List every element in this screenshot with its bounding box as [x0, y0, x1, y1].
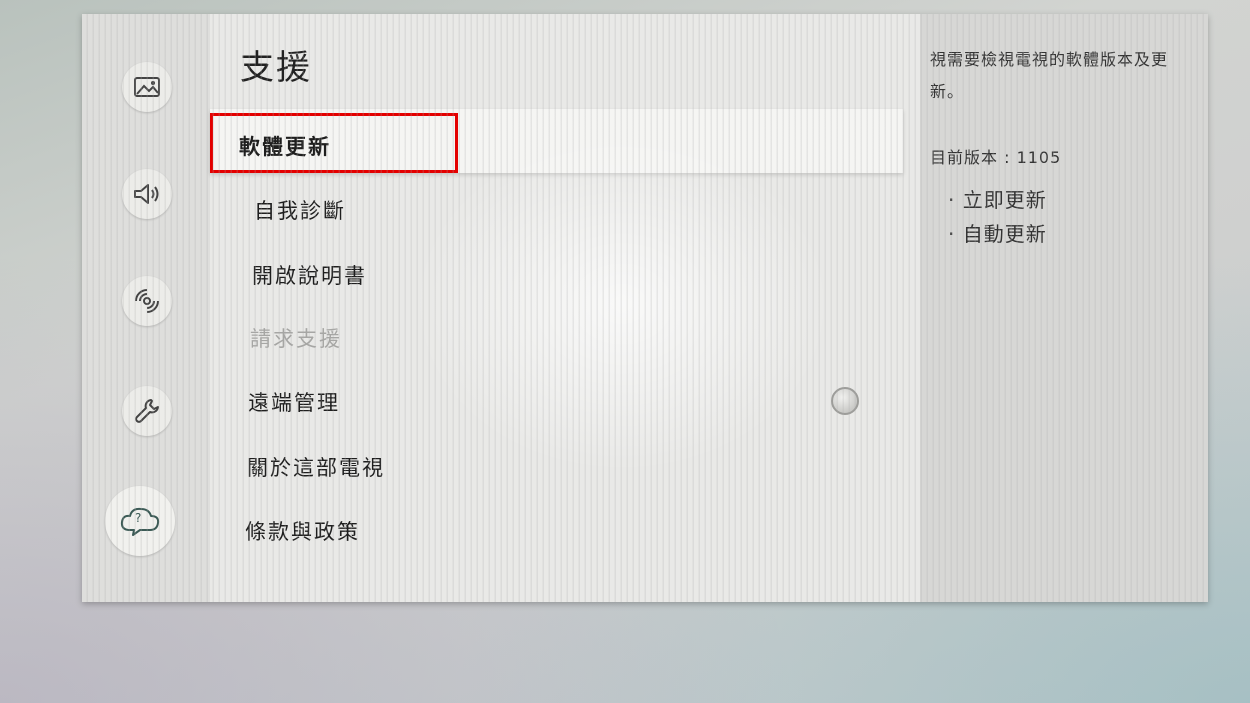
- general-category-button[interactable]: [122, 386, 172, 436]
- info-panel: 視需要檢視電視的軟體版本及更新。 目前版本 : 1105 · 立即更新 · 自動…: [920, 14, 1208, 602]
- menu-item-open-manual[interactable]: 開啟說明書: [252, 260, 367, 290]
- menu-item-about-this-tv[interactable]: 關於這部電視: [247, 452, 385, 482]
- update-now-option: · 立即更新: [948, 188, 1047, 212]
- menu-item-request-support: 請求支援: [250, 327, 342, 351]
- menu-item-software-update[interactable]: 軟體更新: [239, 131, 331, 161]
- category-icon-rail: ?: [82, 14, 210, 602]
- sound-icon: [132, 182, 162, 206]
- picture-category-button[interactable]: [122, 62, 172, 112]
- support-menu-panel: 支援 軟體更新 自我診斷 開啟說明書 請求支援 遠端管理 關於這部電視 條款與政…: [210, 14, 920, 602]
- menu-item-terms-and-policy[interactable]: 條款與政策: [245, 516, 360, 546]
- support-category-button[interactable]: ?: [105, 486, 175, 556]
- tv-screen: ? 支援 軟體更新 自我診斷 開啟說明書 請求支援 遠端管理 關於這部電視 條款…: [82, 14, 1208, 602]
- current-version: 目前版本 : 1105: [930, 148, 1062, 167]
- help-cloud-icon: ?: [118, 504, 162, 538]
- broadcast-category-button[interactable]: [122, 276, 172, 326]
- menu-item-self-diagnosis[interactable]: 自我診斷: [254, 195, 346, 225]
- help-question-glyph: ?: [135, 511, 142, 525]
- info-description: 視需要檢視電視的軟體版本及更新。: [930, 50, 1169, 101]
- sound-category-button[interactable]: [122, 169, 172, 219]
- network-icon: [133, 287, 161, 315]
- picture-icon: [133, 75, 161, 99]
- menu-item-remote-management[interactable]: 遠端管理: [248, 387, 340, 417]
- remote-management-toggle[interactable]: [831, 387, 859, 415]
- auto-update-option: · 自動更新: [948, 222, 1047, 246]
- page-title: 支援: [240, 48, 312, 88]
- wrench-icon: [133, 397, 161, 425]
